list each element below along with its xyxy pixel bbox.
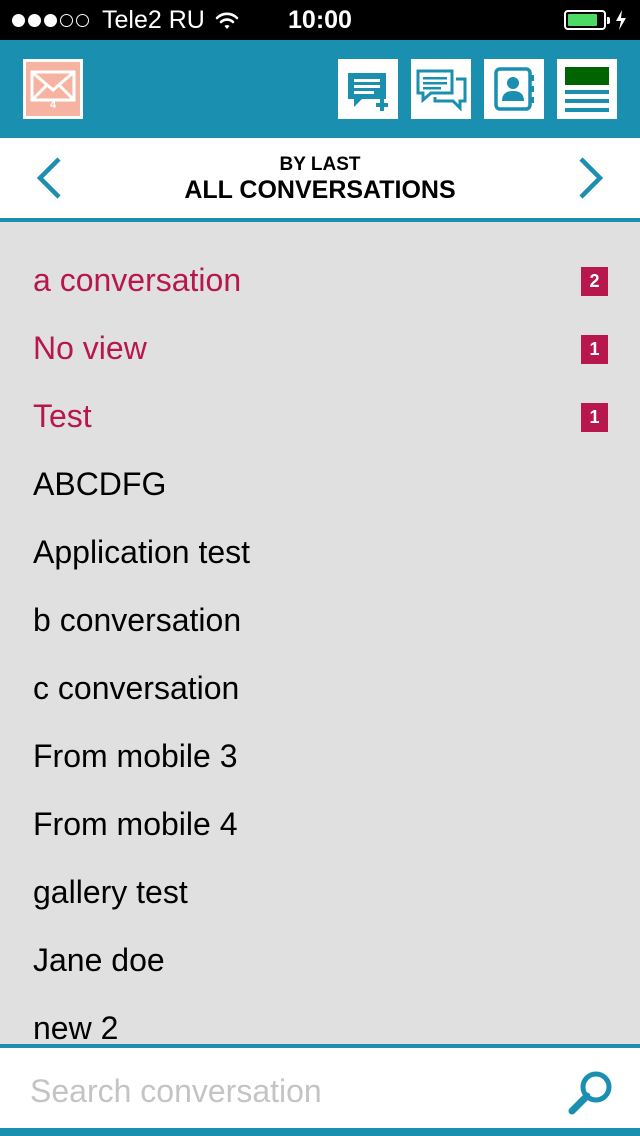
bottom-accent-strip — [0, 1128, 640, 1136]
list-item[interactable]: gallery test — [0, 858, 640, 926]
conversation-name: From mobile 4 — [33, 806, 238, 842]
unread-badge: 1 — [581, 403, 608, 432]
list-item[interactable]: c conversation — [0, 654, 640, 722]
list-item[interactable]: Application test — [0, 518, 640, 586]
status-right — [564, 9, 628, 31]
new-message-icon — [348, 73, 388, 111]
search-bar — [0, 1044, 640, 1136]
conversation-name: new 2 — [33, 1010, 119, 1044]
conversation-list[interactable]: a conversation 2 No view 1 Test 1 ABCDFG… — [0, 222, 640, 1044]
conversations-icon — [416, 69, 467, 112]
conversation-name: c conversation — [33, 670, 240, 706]
list-item[interactable]: b conversation — [0, 586, 640, 654]
mail-button[interactable]: 4 — [23, 59, 83, 119]
conversations-button[interactable] — [411, 59, 471, 119]
contacts-button[interactable] — [484, 59, 544, 119]
conversation-name: Test — [33, 398, 92, 434]
conversation-name: No view — [33, 330, 147, 366]
conversation-name: gallery test — [33, 874, 188, 910]
search-input[interactable] — [28, 1062, 552, 1120]
conversation-name: From mobile 3 — [33, 738, 238, 774]
menu-icon — [565, 67, 609, 112]
unread-badge: 2 — [581, 267, 608, 296]
list-item[interactable]: ABCDFG — [0, 450, 640, 518]
list-item[interactable]: Jane doe — [0, 926, 640, 994]
conversation-name: Application test — [33, 534, 251, 570]
chevron-right-icon[interactable] — [576, 156, 606, 200]
battery-icon — [564, 10, 610, 30]
clock: 10:00 — [288, 6, 352, 34]
list-item[interactable]: Test 1 — [0, 382, 640, 450]
conversation-name: Jane doe — [33, 942, 165, 978]
conversation-name: ABCDFG — [33, 466, 167, 502]
list-item[interactable]: From mobile 3 — [0, 722, 640, 790]
contacts-icon — [494, 67, 534, 111]
list-item[interactable]: No view 1 — [0, 314, 640, 382]
new-message-button[interactable] — [338, 59, 398, 119]
app-header: 4 — [0, 40, 640, 138]
search-icon[interactable] — [566, 1068, 616, 1118]
page-title: ALL CONVERSATIONS — [184, 176, 456, 204]
conversation-name: a conversation — [33, 262, 242, 298]
sort-label: BY LAST — [279, 154, 361, 175]
list-item[interactable]: From mobile 4 — [0, 790, 640, 858]
list-item[interactable]: new 2 — [0, 994, 640, 1044]
unread-badge: 1 — [581, 335, 608, 364]
filter-nav-bar: BY LAST ALL CONVERSATIONS — [0, 138, 640, 222]
menu-button[interactable] — [557, 59, 617, 119]
charging-bolt-icon — [616, 10, 626, 30]
conversation-name: b conversation — [33, 602, 242, 638]
list-item[interactable]: a conversation 2 — [0, 246, 640, 314]
mail-count-badge: 4 — [49, 99, 57, 111]
status-bar: Tele2 RU 10:00 — [0, 0, 640, 40]
